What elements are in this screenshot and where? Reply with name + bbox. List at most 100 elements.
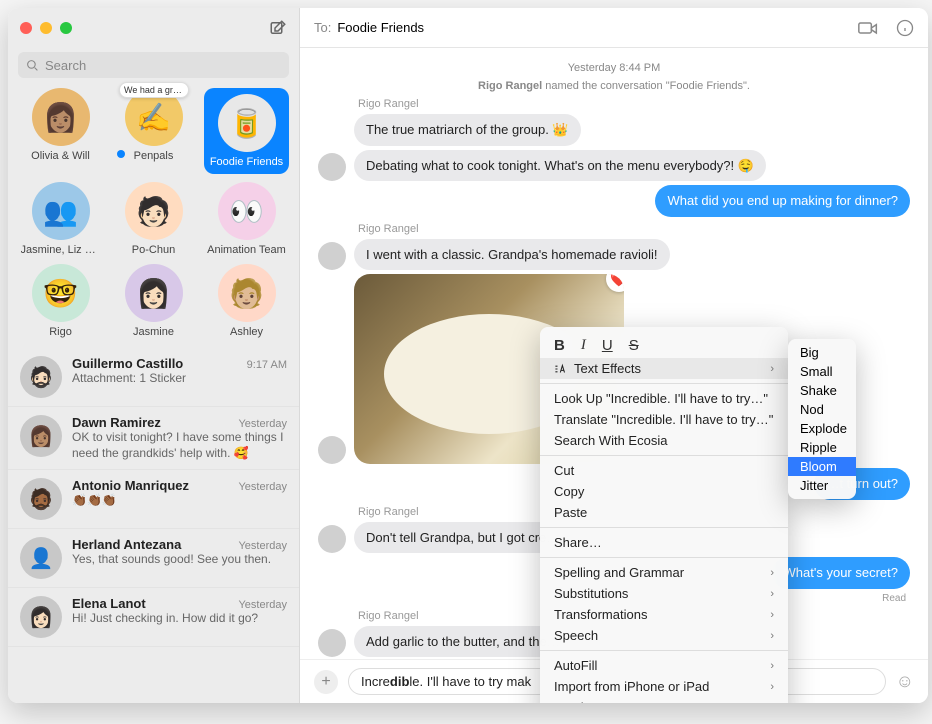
- conversation-item[interactable]: 👤Herland AntezanaYesterdayYes, that soun…: [8, 529, 299, 588]
- menu-copy[interactable]: Copy: [540, 481, 788, 502]
- pinned-conversation[interactable]: 🧑🏼 Ashley: [204, 264, 289, 338]
- format-row: B I U S: [540, 331, 788, 358]
- menu-speech[interactable]: Speech›: [540, 625, 788, 646]
- avatar: 👩🏽: [32, 88, 90, 146]
- to-label: To:: [314, 20, 331, 35]
- avatar: 👤: [20, 537, 62, 579]
- menu-autofill[interactable]: AutoFill›: [540, 655, 788, 676]
- menu-lookup[interactable]: Look Up "Incredible. I'll have to try…": [540, 388, 788, 409]
- minimize-icon[interactable]: [40, 22, 52, 34]
- avatar: 👀: [218, 182, 276, 240]
- conversation-item[interactable]: 🧔🏾Antonio ManriquezYesterday👏🏾👏🏾👏🏾: [8, 470, 299, 529]
- close-icon[interactable]: [20, 22, 32, 34]
- pin-label: Jasmine, Liz &…: [21, 244, 101, 256]
- pinned-conversation[interactable]: 👩🏻Jasmine: [111, 264, 196, 338]
- pinned-conversation[interactable]: 🧑🏻 Po-Chun: [111, 182, 196, 256]
- message-bubble[interactable]: What did you end up making for dinner?: [655, 185, 910, 217]
- unread-indicator: [117, 150, 125, 158]
- conversation-header: To: Foodie Friends: [300, 8, 928, 48]
- text-effects-icon: [554, 363, 568, 375]
- sender-label: Rigo Rangel: [358, 98, 910, 110]
- pinned-conversation[interactable]: We had a great time. Home with th…✍️Penp…: [111, 88, 196, 174]
- emoji-icon[interactable]: ☺: [896, 671, 914, 692]
- conversation-time: Yesterday: [238, 481, 287, 493]
- conversation-preview: 👏🏾👏🏾👏🏾: [72, 493, 287, 509]
- timestamp: Yesterday 8:44 PM: [318, 62, 910, 74]
- pin-label: Jasmine: [133, 326, 174, 338]
- pinned-conversation[interactable]: 🤓Rigo: [18, 264, 103, 338]
- menu-cut[interactable]: Cut: [540, 460, 788, 481]
- submenu-item-big[interactable]: Big: [788, 343, 856, 362]
- avatar: 🧔🏻: [20, 356, 62, 398]
- search-icon: [26, 59, 39, 72]
- pinned-conversations: 👩🏽Olivia & WillWe had a great time. Home…: [8, 88, 299, 348]
- message-row: What did you end up making for dinner?: [318, 185, 910, 217]
- submenu-item-shake[interactable]: Shake: [788, 381, 856, 400]
- avatar: 🥫: [218, 94, 276, 152]
- conversation-preview: Yes, that sounds good! See you then.: [72, 552, 287, 568]
- message-bubble[interactable]: Debating what to cook tonight. What's on…: [354, 150, 766, 182]
- avatar: 🧑🏻: [125, 182, 183, 240]
- bold-button[interactable]: B: [554, 337, 565, 354]
- pin-label: Rigo: [49, 326, 72, 338]
- menu-services[interactable]: Services›: [540, 697, 788, 703]
- conversation-time: 9:17 AM: [247, 359, 287, 371]
- menu-share[interactable]: Share…: [540, 532, 788, 553]
- strike-button[interactable]: S: [629, 337, 639, 354]
- menu-transformations[interactable]: Transformations›: [540, 604, 788, 625]
- avatar: [318, 629, 346, 657]
- conversation-item[interactable]: 👩🏽Dawn RamirezYesterdayOK to visit tonig…: [8, 407, 299, 470]
- submenu-item-nod[interactable]: Nod: [788, 400, 856, 419]
- menu-translate[interactable]: Translate "Incredible. I'll have to try……: [540, 409, 788, 430]
- search-input[interactable]: Search: [18, 52, 289, 78]
- submenu-item-bloom[interactable]: Bloom: [788, 457, 856, 476]
- conversation-name: Dawn Ramirez: [72, 415, 161, 430]
- menu-text-effects[interactable]: Text Effects ›: [540, 358, 788, 379]
- facetime-icon[interactable]: [858, 20, 878, 36]
- message-bubble[interactable]: The true matriarch of the group. 👑: [354, 114, 581, 146]
- menu-search[interactable]: Search With Ecosia: [540, 430, 788, 451]
- menu-paste[interactable]: Paste: [540, 502, 788, 523]
- conversation-list[interactable]: 🧔🏻Guillermo Castillo9:17 AMAttachment: 1…: [8, 348, 299, 703]
- window-controls: [20, 22, 72, 34]
- sender-label: Rigo Rangel: [358, 223, 910, 235]
- submenu-item-ripple[interactable]: Ripple: [788, 438, 856, 457]
- italic-button[interactable]: I: [581, 337, 586, 354]
- pin-preview-badge: We had a great time. Home with th…: [119, 82, 189, 98]
- compose-icon[interactable]: [269, 19, 287, 37]
- submenu-item-explode[interactable]: Explode: [788, 419, 856, 438]
- pinned-conversation[interactable]: 👥Jasmine, Liz &…: [18, 182, 103, 256]
- underline-button[interactable]: U: [602, 337, 613, 354]
- recipient-name[interactable]: Foodie Friends: [337, 20, 424, 35]
- menu-spelling[interactable]: Spelling and Grammar›: [540, 562, 788, 583]
- conversation-name: Guillermo Castillo: [72, 356, 183, 371]
- menu-import[interactable]: Import from iPhone or iPad›: [540, 676, 788, 697]
- conversation-name: Herland Antezana: [72, 537, 181, 552]
- message-bubble[interactable]: What's your secret?: [772, 557, 910, 589]
- apps-button[interactable]: +: [314, 670, 338, 694]
- submenu-item-small[interactable]: Small: [788, 362, 856, 381]
- conversation-time: Yesterday: [238, 418, 287, 430]
- context-menu: B I U S Text Effects › Look Up "Incredib…: [540, 327, 788, 703]
- pin-label: Foodie Friends: [210, 156, 283, 168]
- pinned-conversation[interactable]: 🥫 Foodie Friends: [204, 88, 289, 174]
- conversation-item[interactable]: 👩🏻Elena LanotYesterdayHi! Just checking …: [8, 588, 299, 647]
- avatar: 🧑🏼: [218, 264, 276, 322]
- avatar: 👩🏽: [20, 415, 62, 457]
- pin-label: Ashley: [230, 326, 263, 338]
- avatar: [318, 242, 346, 270]
- pinned-conversation[interactable]: 👀 Animation Team: [204, 182, 289, 256]
- pinned-conversation[interactable]: 👩🏽Olivia & Will: [18, 88, 103, 174]
- avatar: [318, 525, 346, 553]
- pin-label: Animation Team: [207, 244, 286, 256]
- conversation-item[interactable]: 🧔🏻Guillermo Castillo9:17 AMAttachment: 1…: [8, 348, 299, 407]
- menu-substitutions[interactable]: Substitutions›: [540, 583, 788, 604]
- message-row: Debating what to cook tonight. What's on…: [318, 150, 910, 182]
- message-bubble[interactable]: I went with a classic. Grandpa's homemad…: [354, 239, 670, 271]
- info-icon[interactable]: [896, 19, 914, 37]
- sidebar: Search 👩🏽Olivia & WillWe had a great tim…: [8, 8, 300, 703]
- zoom-icon[interactable]: [60, 22, 72, 34]
- submenu-item-jitter[interactable]: Jitter: [788, 476, 856, 495]
- reaction-heart[interactable]: ❤️: [606, 274, 624, 292]
- pin-label: Po-Chun: [132, 244, 175, 256]
